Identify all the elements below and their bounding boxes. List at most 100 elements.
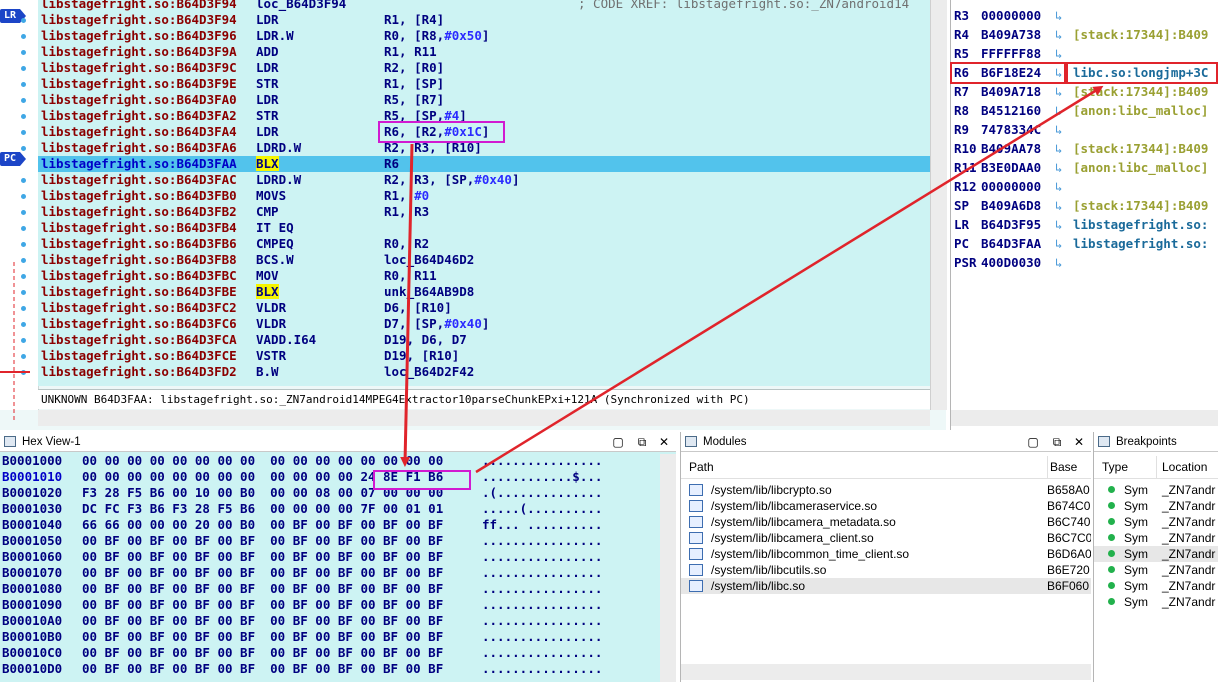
breakpoint-row[interactable]: Sym _ZN7andr [1094, 498, 1218, 514]
disasm-row[interactable]: libstagefright.so:B64D3FA0 LDR R5, [R7] [38, 92, 930, 108]
hex-row[interactable]: B0001040 66 66 00 00 00 20 00 B0 00 BF 00… [0, 517, 660, 533]
breakpoint-enabled-icon[interactable] [1108, 486, 1115, 493]
breakpoint-dot[interactable] [21, 290, 26, 295]
breakpoint-dot[interactable] [21, 322, 26, 327]
hex-row[interactable]: B00010C0 00 BF 00 BF 00 BF 00 BF 00 BF 00… [0, 645, 660, 661]
breakpoint-dot[interactable] [21, 18, 26, 23]
jump-arrow-icon[interactable]: ↳ [1055, 139, 1063, 158]
register-row[interactable]: PC B64D3FAA ↳ libstagefright.so: [951, 234, 1218, 253]
jump-arrow-icon[interactable]: ↳ [1055, 6, 1063, 25]
breakpoints-panel[interactable]: Breakpoints Type Location Sym _ZN7andr Sym… [1093, 432, 1218, 682]
breakpoint-row[interactable]: Sym _ZN7andr [1094, 514, 1218, 530]
disasm-row[interactable]: libstagefright.so:B64D3FAC LDRD.W R2, R3, … [38, 172, 930, 188]
hex-row[interactable]: B00010A0 00 BF 00 BF 00 BF 00 BF 00 BF 00… [0, 613, 660, 629]
breakpoint-enabled-icon[interactable] [1108, 598, 1115, 605]
disasm-row[interactable]: libstagefright.so:B64D3FC6 VLDR D7, [SP,#0… [38, 316, 930, 332]
register-row[interactable]: R4 B409A738 ↳ [stack:17344]:B409 [951, 25, 1218, 44]
breakpoint-dot[interactable] [21, 178, 26, 183]
breakpoint-dot[interactable] [21, 258, 26, 263]
jump-arrow-icon[interactable]: ↳ [1055, 234, 1063, 253]
breakpoint-enabled-icon[interactable] [1108, 566, 1115, 573]
hex-row[interactable]: B0001000 00 00 00 00 00 00 00 00 00 00 00… [0, 454, 660, 469]
disasm-row[interactable]: libstagefright.so:B64D3FB0 MOVS R1, #0 [38, 188, 930, 204]
module-row[interactable]: /system/lib/libcamera_client.so B6C7C0 [681, 530, 1091, 546]
float-icon[interactable]: ⧉ [1049, 432, 1065, 452]
disasm-row[interactable]: libstagefright.so:B64D3FB4 IT EQ [38, 220, 930, 236]
hex-row[interactable]: B0001070 00 BF 00 BF 00 BF 00 BF 00 BF 00… [0, 565, 660, 581]
register-value[interactable]: 7478334C [981, 120, 1041, 139]
jump-arrow-icon[interactable]: ↳ [1055, 215, 1063, 234]
register-row[interactable]: SP B409A6D8 ↳ [stack:17344]:B409 [951, 196, 1218, 215]
register-value[interactable]: B3E0DAA0 [981, 158, 1041, 177]
register-row[interactable]: R11 B3E0DAA0 ↳ [anon:libc_malloc] [951, 158, 1218, 177]
hex-row[interactable]: B00010D0 00 BF 00 BF 00 BF 00 BF 00 BF 00… [0, 661, 660, 677]
column-path[interactable]: Path [689, 456, 714, 478]
breakpoint-enabled-icon[interactable] [1108, 582, 1115, 589]
register-value[interactable]: B64D3FAA [981, 234, 1041, 253]
hex-row[interactable]: B00010B0 00 BF 00 BF 00 BF 00 BF 00 BF 00… [0, 629, 660, 645]
breakpoint-row[interactable]: Sym _ZN7andr [1094, 482, 1218, 498]
close-icon[interactable]: ✕ [1071, 432, 1087, 452]
register-row[interactable]: LR B64D3F95 ↳ libstagefright.so: [951, 215, 1218, 234]
breakpoint-dot[interactable] [21, 34, 26, 39]
disassembly-vertical-scrollbar[interactable] [930, 0, 947, 410]
breakpoint-dot[interactable] [21, 210, 26, 215]
hex-row[interactable]: B0001060 00 BF 00 BF 00 BF 00 BF 00 BF 00… [0, 549, 660, 565]
disasm-row[interactable]: libstagefright.so:B64D3F94 loc_B64D3F94 ; … [38, 0, 930, 12]
breakpoint-dot[interactable] [21, 338, 26, 343]
jump-arrow-icon[interactable]: ↳ [1055, 158, 1063, 177]
hex-row[interactable]: B0001010 00 00 00 00 00 00 00 00 00 00 00… [0, 469, 660, 485]
breakpoint-dot[interactable] [21, 370, 26, 375]
disasm-row[interactable]: libstagefright.so:B64D3FB6 CMPEQ R0, R2 [38, 236, 930, 252]
register-value[interactable]: 400D0030 [981, 253, 1041, 272]
module-row[interactable]: /system/lib/libcrypto.so B658A0 [681, 482, 1091, 498]
breakpoint-dot[interactable] [21, 354, 26, 359]
breakpoint-dot[interactable] [21, 50, 26, 55]
breakpoint-enabled-icon[interactable] [1108, 502, 1115, 509]
breakpoint-enabled-icon[interactable] [1108, 518, 1115, 525]
column-base[interactable]: Base [1047, 456, 1077, 478]
disasm-row[interactable]: libstagefright.so:B64D3FCE VSTR D19, [R10] [38, 348, 930, 364]
breakpoint-enabled-icon[interactable] [1108, 550, 1115, 557]
disasm-row[interactable]: libstagefright.so:B64D3F9E STR R1, [SP] [38, 76, 930, 92]
register-value[interactable]: FFFFFF88 [981, 44, 1041, 63]
disasm-row[interactable]: libstagefright.so:B64D3FD2 B.W loc_B64D2F4… [38, 364, 930, 380]
jump-arrow-icon[interactable]: ↳ [1055, 120, 1063, 139]
breakpoint-dot[interactable] [21, 130, 26, 135]
jump-arrow-icon[interactable]: ↳ [1055, 177, 1063, 196]
register-row[interactable]: R10 B409AA78 ↳ [stack:17344]:B409 [951, 139, 1218, 158]
modules-horizontal-scrollbar[interactable] [681, 664, 1091, 680]
register-value[interactable]: B4512160 [981, 101, 1041, 120]
module-row[interactable]: /system/lib/libcommon_time_client.so B6D6… [681, 546, 1091, 562]
hex-view-panel[interactable]: Hex View-1 ▢ ⧉ ✕ B0001000 00 00 00 00 00 … [0, 432, 676, 682]
breakpoint-dot[interactable] [21, 194, 26, 199]
column-location[interactable]: Location [1156, 456, 1207, 478]
column-type[interactable]: Type [1102, 456, 1128, 478]
disasm-row-current[interactable]: libstagefright.so:B64D3FAA BLX R6 [38, 156, 930, 172]
breakpoint-dot[interactable] [21, 114, 26, 119]
breakpoint-row[interactable]: Sym _ZN7andr [1094, 578, 1218, 594]
jump-arrow-icon[interactable]: ↳ [1055, 44, 1063, 63]
disasm-row[interactable]: libstagefright.so:B64D3F9A ADD R1, R11 [38, 44, 930, 60]
disasm-row[interactable]: libstagefright.so:B64D3F94 LDR R1, [R4] [38, 12, 930, 28]
disasm-row[interactable]: libstagefright.so:B64D3FB8 BCS.W loc_B64D4… [38, 252, 930, 268]
breakpoint-row[interactable]: Sym _ZN7andr [1094, 562, 1218, 578]
module-row[interactable]: /system/lib/libcameraservice.so B674C0 [681, 498, 1091, 514]
register-row[interactable]: PSR 400D0030 ↳ [951, 253, 1218, 272]
breakpoint-dot[interactable] [21, 306, 26, 311]
jump-arrow-icon[interactable]: ↳ [1055, 25, 1063, 44]
breakpoint-dot[interactable] [21, 82, 26, 87]
register-row[interactable]: R8 B4512160 ↳ [anon:libc_malloc] [951, 101, 1218, 120]
register-value[interactable]: 00000000 [981, 177, 1041, 196]
hex-row[interactable]: B0001030 DC FC F3 B6 F3 28 F5 B6 00 00 00… [0, 501, 660, 517]
disasm-row[interactable]: libstagefright.so:B64D3FCA VADD.I64 D19, D… [38, 332, 930, 348]
jump-arrow-icon[interactable]: ↳ [1055, 101, 1063, 120]
disasm-row[interactable]: libstagefright.so:B64D3FBE BLX unk_B64AB9D… [38, 284, 930, 300]
breakpoint-dot[interactable] [21, 146, 26, 151]
register-value[interactable]: B64D3F95 [981, 215, 1041, 234]
float-icon[interactable]: ⧉ [634, 432, 650, 452]
breakpoint-dot[interactable] [21, 66, 26, 71]
breakpoint-dot[interactable] [21, 274, 26, 279]
register-value[interactable]: B409A6D8 [981, 196, 1041, 215]
hex-row[interactable]: B0001080 00 BF 00 BF 00 BF 00 BF 00 BF 00… [0, 581, 660, 597]
